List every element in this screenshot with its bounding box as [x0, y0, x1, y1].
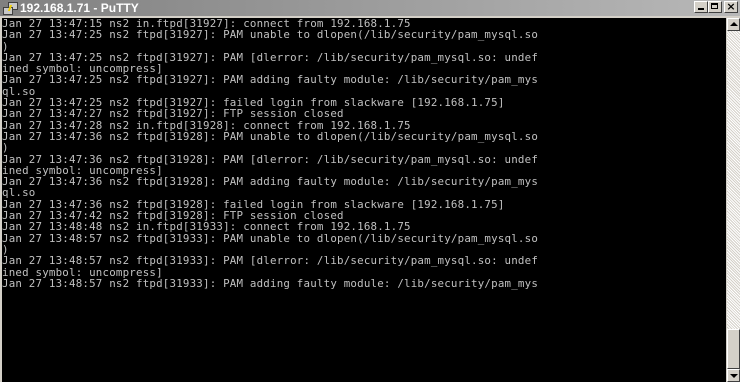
scrollbar-thumb[interactable]	[727, 329, 740, 369]
close-button[interactable]: ×	[724, 0, 738, 13]
terminal-line: Jan 27 13:47:27 ns2 ftpd[31927]: FTP ses…	[2, 107, 344, 121]
terminal-line: Jan 27 13:47:25 ns2 ftpd[31927]: PAM una…	[2, 28, 539, 42]
scroll-down-button[interactable]	[727, 369, 740, 382]
window-controls: ×	[694, 0, 738, 13]
putty-icon[interactable]	[3, 2, 18, 15]
maximize-icon	[711, 3, 718, 9]
window-title: 192.168.1.71 - PuTTY	[20, 1, 139, 15]
minimize-button[interactable]	[694, 1, 708, 13]
scroll-up-arrow-icon	[730, 22, 738, 26]
terminal-line: Jan 27 13:47:36 ns2 ftpd[31928]: PAM una…	[2, 129, 539, 143]
title-bar[interactable]: 192.168.1.71 - PuTTY ×	[0, 0, 740, 16]
maximize-button[interactable]	[708, 1, 722, 13]
terminal-line: Jan 27 13:48:57 ns2 ftpd[31933]: PAM una…	[2, 231, 539, 245]
terminal-line: Jan 27 13:48:57 ns2 ftpd[31933]: PAM add…	[2, 276, 539, 290]
terminal-output[interactable]: Jan 27 13:47:15 ns2 in.ftpd[31927]: conn…	[2, 18, 726, 382]
terminal-line: )	[2, 141, 9, 155]
scrollbar-track[interactable]	[727, 31, 740, 329]
scroll-down-arrow-icon	[730, 374, 738, 378]
terminal-line: Jan 27 13:48:48 ns2 in.ftpd[31933]: conn…	[2, 220, 411, 234]
close-icon: ×	[726, 0, 736, 13]
scroll-up-button[interactable]	[727, 18, 740, 31]
terminal-line: Jan 27 13:47:36 ns2 ftpd[31928]: PAM add…	[2, 175, 539, 189]
vertical-scrollbar[interactable]	[727, 18, 740, 382]
minimize-icon	[698, 8, 704, 10]
terminal-line: Jan 27 13:48:57 ns2 ftpd[31933]: PAM [dl…	[2, 254, 539, 268]
terminal-line: Jan 27 13:47:25 ns2 ftpd[31927]: PAM add…	[2, 73, 539, 87]
putty-window: 192.168.1.71 - PuTTY × Jan 27 13:47:15 n…	[0, 0, 740, 382]
